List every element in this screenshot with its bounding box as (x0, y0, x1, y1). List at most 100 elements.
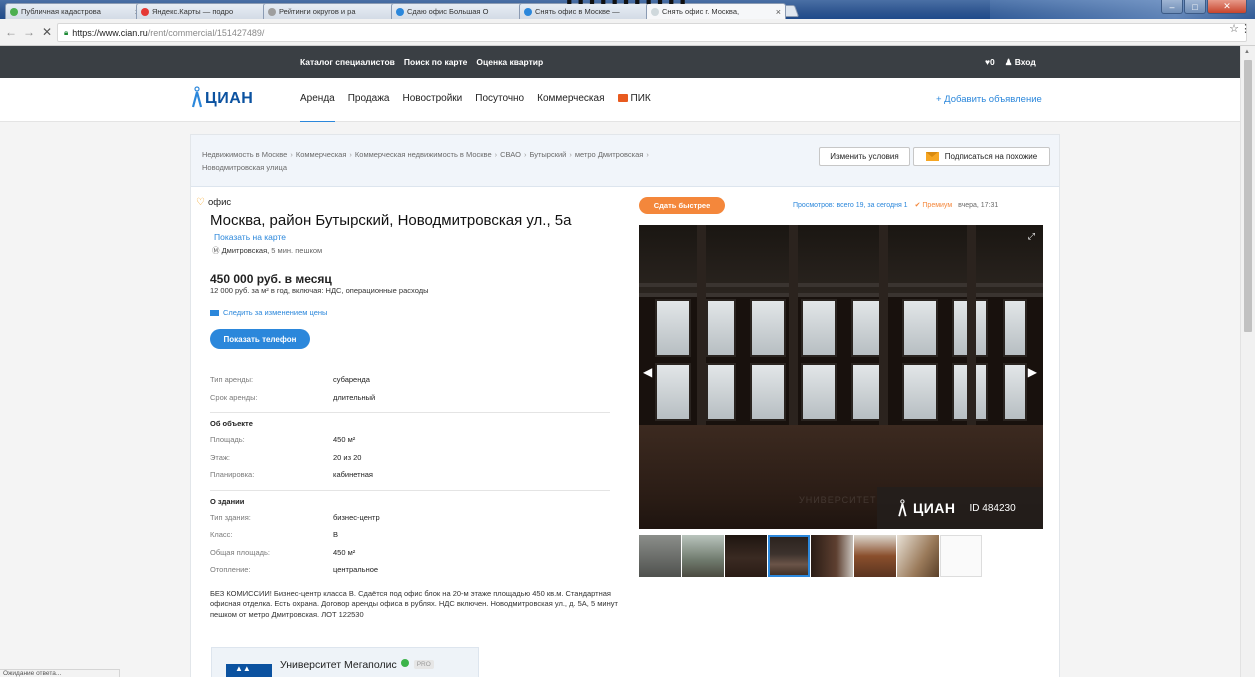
follow-price-link[interactable]: Следить за изменением цены (210, 308, 616, 317)
link-map-search[interactable]: Поиск по карте (404, 57, 468, 67)
detail-key: Планировка: (210, 470, 255, 480)
views-link[interactable]: Просмотров: всего 19, за сегодня 1 (793, 202, 908, 209)
premium-label[interactable]: ✔ Премиум (915, 202, 953, 209)
detail-value: длительный (333, 392, 376, 402)
cian-logo[interactable]: ЦИАН (191, 86, 253, 108)
nav-sale[interactable]: Продажа (348, 93, 390, 104)
prev-photo-icon[interactable]: ◀ (643, 365, 652, 379)
bookmark-star-icon[interactable]: ☆ (1229, 22, 1239, 35)
detail-row: Отопление: центральное (210, 561, 610, 579)
page-scrollbar[interactable]: ▲ (1240, 46, 1255, 677)
views-info: Просмотров: всего 19, за сегодня 1 ✔ Прем… (793, 201, 998, 209)
building-details: Тип здания: бизнес-центр Класс: B Общая пл… (210, 509, 610, 579)
pik-label: ПИК (630, 93, 651, 104)
login-link[interactable]: ♟ Вход (1005, 57, 1036, 68)
detail-row: Площадь: 450 м² (210, 431, 610, 449)
link-specialists[interactable]: Каталог специалистов (300, 57, 395, 67)
nav-rent[interactable]: Аренда (300, 93, 335, 123)
agent-card[interactable]: Университет Мегаполис PRO (211, 647, 479, 677)
nav-daily[interactable]: Посуточно (475, 93, 524, 104)
forward-arrow-icon[interactable]: → (22, 25, 36, 39)
detail-value: центральное (333, 565, 379, 575)
rent-terms: Тип аренды: субаренда Срок аренды: длитель… (210, 371, 610, 406)
verified-icon (400, 659, 409, 667)
breadcrumb: Недвижимость в Москве › Коммерческая › Комме… (191, 135, 1059, 187)
scrollbar-thumb[interactable] (1244, 60, 1252, 332)
crumb-link[interactable]: метро Дмитровская (575, 150, 643, 159)
photo-thumbnail[interactable] (897, 535, 939, 577)
metro-station[interactable]: Дмитровская, (222, 246, 270, 255)
follow-price-label: Следить за изменением цены (223, 308, 328, 317)
object-heading: Об объекте (210, 419, 253, 428)
photo-thumbnail-floorplan[interactable] (940, 535, 982, 577)
fullscreen-icon[interactable]: ⤢ (1028, 231, 1035, 242)
photo-thumbnail[interactable] (639, 535, 681, 577)
photo-thumbnail-selected[interactable] (768, 535, 810, 577)
show-phone-button[interactable]: Показать телефон (210, 329, 310, 349)
photo-badge: ЦИАН ID 484230 (877, 487, 1043, 529)
crumb-link[interactable]: Коммерческая недвижимость в Москве (355, 150, 492, 159)
detail-row: Этаж: 20 из 20 (210, 449, 610, 467)
detail-row: Тип аренды: субаренда (210, 371, 610, 389)
photo-thumbnail[interactable] (725, 535, 767, 577)
link-valuation[interactable]: Оценка квартир (476, 57, 543, 67)
metro-icon: Ⓜ︎ (212, 246, 220, 255)
crumb-link[interactable]: Бутырский (529, 150, 566, 159)
url-host: https://www.cian.ru (72, 27, 148, 38)
browser-menu-icon[interactable]: ⋮ (1240, 22, 1251, 35)
status-bar: Ожидание ответа... (0, 669, 120, 677)
main-nav: ЦИАН Аренда Продажа Новостройки Посуточн… (0, 78, 1240, 123)
detail-value: 450 м² (333, 435, 356, 445)
detail-value: бизнес-центр (333, 512, 380, 522)
change-conditions-button[interactable]: Изменить условия (819, 147, 910, 166)
photo-watermark: УНИВЕРСИТЕТ (799, 495, 877, 505)
logo-pin-icon (898, 499, 907, 517)
detail-key: Общая площадь: (210, 547, 271, 557)
next-photo-icon[interactable]: ▶ (1028, 365, 1037, 379)
object-details: Площадь: 450 м² Этаж: 20 из 20 Планировка:… (210, 431, 610, 484)
detail-row: Тип здания: бизнес-центр (210, 509, 610, 527)
subscribe-label: Подписаться на похожие (944, 152, 1038, 161)
nav-pik[interactable]: ПИК (617, 93, 651, 104)
add-listing-link[interactable]: + Добавить объявление (936, 94, 1042, 105)
listing-address: Москва, район Бутырский, Новодмитровская… (210, 212, 572, 229)
address-bar: ← → ✕ 🔒︎ https://www.cian.ru/rent/commer… (0, 19, 1255, 46)
nav-new-buildings[interactable]: Новостройки (402, 93, 462, 104)
rent-faster-button[interactable]: Сдать быстрее (639, 197, 725, 214)
listing-description: БЕЗ КОМИССИИ! Бизнес-центр класса В. Сда… (210, 588, 618, 619)
photo-thumbnail[interactable] (682, 535, 724, 577)
logo-text: ЦИАН (205, 90, 254, 107)
favorites-counter[interactable]: ♥0 (985, 57, 995, 68)
logo-pin-icon (191, 86, 202, 108)
url-input[interactable]: 🔒︎ https://www.cian.ru/rent/commercial/1… (57, 23, 1247, 42)
detail-value: субаренда (333, 375, 370, 385)
site-top-strip: Каталог специалистов Поиск по карте Оцен… (0, 46, 1240, 78)
detail-value: 20 из 20 (333, 452, 362, 462)
subscribe-similar-button[interactable]: Подписаться на похожие (913, 147, 1050, 166)
crumb-current[interactable]: Новодмитровская улица (202, 163, 287, 172)
detail-row: Срок аренды: длительный (210, 389, 610, 407)
scroll-up-icon[interactable]: ▲ (1244, 49, 1250, 55)
crumb-link[interactable]: Коммерческая (296, 150, 347, 159)
published-time: вчера, 17:31 (958, 202, 999, 209)
photo-thumbnail[interactable] (811, 535, 853, 577)
detail-key: Этаж: (210, 452, 231, 462)
metro-info: Ⓜ︎ Дмитровская, 5 мин. пешком (212, 245, 616, 256)
photo-thumbnail[interactable] (854, 535, 896, 577)
stop-icon[interactable]: ✕ (40, 25, 54, 39)
favorite-heart-icon[interactable]: ♡ (196, 197, 205, 208)
crumb-link[interactable]: СВАО (500, 150, 521, 159)
lock-icon: 🔒︎ (64, 27, 69, 37)
detail-value: кабинетная (333, 470, 373, 480)
price-details: 12 000 руб. за м² в год, включая: НДС, о… (210, 286, 429, 295)
crumb-link[interactable]: Недвижимость в Москве (202, 150, 287, 159)
listing-id: ID 484230 (969, 502, 1016, 514)
show-on-map-link[interactable]: Показать на карте (214, 232, 616, 242)
nav-commercial[interactable]: Коммерческая (537, 93, 604, 104)
main-photo[interactable]: УНИВЕРСИТЕТ ⤢ ◀ ▶ ЦИАН ID 484230 (639, 225, 1043, 529)
detail-key: Площадь: (210, 435, 245, 445)
photo-thumbnails (639, 535, 982, 577)
agent-name: Университет Мегаполис (280, 659, 397, 671)
pro-badge: PRO (413, 660, 434, 669)
back-arrow-icon[interactable]: ← (4, 25, 18, 39)
